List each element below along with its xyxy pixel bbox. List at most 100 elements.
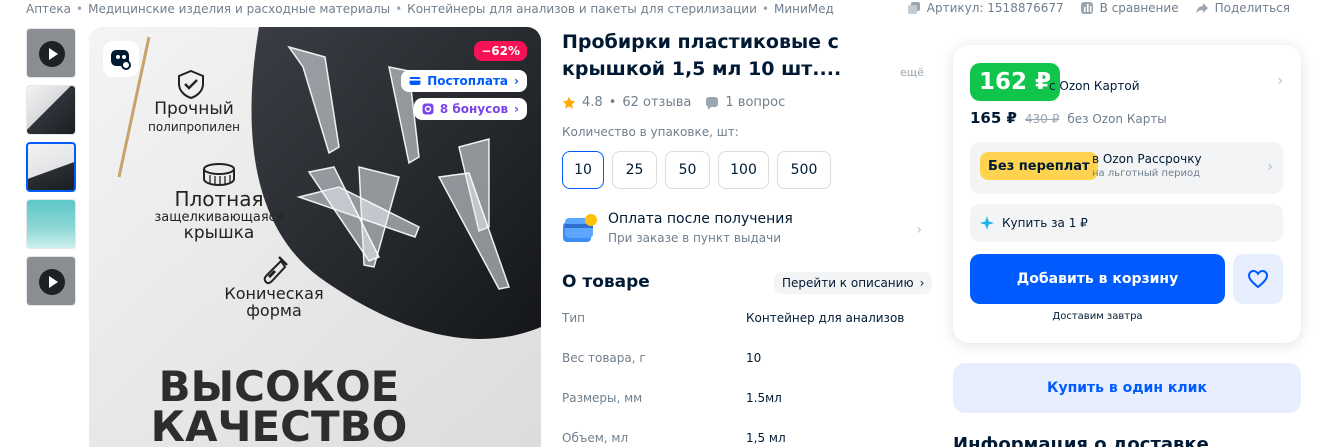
breadcrumb-separator: • bbox=[395, 2, 403, 16]
quantity-option[interactable]: 25 bbox=[612, 151, 657, 189]
thumbnail-video[interactable] bbox=[26, 256, 76, 306]
quantity-option-selected[interactable]: 10 bbox=[562, 151, 604, 189]
feature-text: Прочный bbox=[154, 99, 234, 119]
quantity-option[interactable]: 500 bbox=[777, 151, 831, 189]
star-icon bbox=[562, 96, 576, 109]
chevron-right-icon: › bbox=[919, 276, 925, 290]
sparkle-icon bbox=[980, 216, 994, 230]
postpay-subtitle: При заказе в пункт выдачи bbox=[608, 231, 781, 245]
chevron-right-icon: › bbox=[1267, 159, 1273, 175]
chevron-right-icon: › bbox=[916, 222, 922, 238]
bonus-icon bbox=[422, 103, 434, 115]
old-price: 430 ₽ bbox=[1024, 112, 1060, 126]
wallet-icon bbox=[563, 214, 597, 242]
spec-value: Контейнер для анализов bbox=[746, 311, 905, 325]
rating-value: 4.8 bbox=[582, 95, 603, 110]
breadcrumb-item[interactable]: Аптека bbox=[26, 2, 71, 16]
bonus-badge[interactable]: 8 бонусов › bbox=[413, 98, 527, 120]
questions-link[interactable]: 1 вопрос bbox=[725, 95, 785, 110]
product-title: Пробирки пластиковые с крышкой 1,5 мл 10… bbox=[562, 31, 842, 80]
quantity-option[interactable]: 50 bbox=[665, 151, 710, 189]
spec-row: Тип Контейнер для анализов bbox=[562, 309, 922, 349]
breadcrumb-item[interactable]: Контейнеры для анализов и пакеты для сте… bbox=[407, 2, 757, 16]
test-tube-icon bbox=[263, 256, 288, 285]
article-label: Артикул: 1518876677 bbox=[926, 1, 1064, 15]
breadcrumb-separator: • bbox=[76, 2, 84, 16]
postpay-title: Оплата после получения bbox=[608, 211, 793, 227]
play-icon bbox=[39, 41, 65, 67]
rating-row: 4.8 • 62 отзыва 1 вопрос bbox=[562, 95, 785, 110]
specs-table: Тип Контейнер для анализов Вес товара, г 1… bbox=[562, 309, 922, 447]
postpay-info[interactable]: Оплата после получения При заказе в пунк… bbox=[562, 210, 922, 250]
article-number[interactable]: Артикул: 1518876677 bbox=[907, 1, 1064, 15]
chevron-right-icon[interactable]: › bbox=[1277, 73, 1283, 89]
compare-icon bbox=[1080, 2, 1093, 14]
banner-text: КАЧЕСТВО bbox=[150, 402, 408, 447]
quantity-option[interactable]: 100 bbox=[718, 151, 769, 189]
share-label: Поделиться bbox=[1214, 1, 1290, 15]
play-icon bbox=[39, 269, 65, 295]
spec-key: Объем, мл bbox=[562, 431, 629, 445]
thumbnail-video[interactable] bbox=[26, 28, 76, 78]
spec-value: 10 bbox=[746, 351, 762, 365]
feature-text: крышка bbox=[183, 223, 255, 243]
thumbnail-image[interactable] bbox=[26, 199, 76, 249]
spec-row: Размеры, мм 1.5мл bbox=[562, 389, 922, 429]
ozon-card-price-label: с Ozon Картой bbox=[1049, 79, 1140, 93]
chevron-right-icon: › bbox=[514, 102, 519, 116]
thumbnail-list bbox=[26, 28, 78, 313]
quantity-label: Количество в упаковке, шт: bbox=[562, 125, 739, 139]
title-more-link[interactable]: ещё bbox=[900, 66, 924, 79]
breadcrumb-item[interactable]: Медицинские изделия и расходные материал… bbox=[88, 2, 390, 16]
thumbnail-image-selected[interactable] bbox=[26, 142, 76, 192]
heart-icon bbox=[1247, 269, 1269, 289]
copy-icon bbox=[907, 2, 920, 14]
discount-badge: −62% bbox=[474, 41, 527, 61]
breadcrumb-item[interactable]: МиниМед bbox=[774, 2, 834, 16]
bonus-label: 8 бонусов bbox=[439, 102, 509, 116]
thumbnail-image[interactable] bbox=[26, 85, 76, 135]
go-to-description-button[interactable]: Перейти к описанию › bbox=[774, 272, 933, 294]
cap-icon bbox=[203, 163, 235, 187]
installment-block[interactable]: Без переплат в Ozon Рассрочку на льготны… bbox=[970, 142, 1283, 194]
card-icon bbox=[409, 77, 421, 85]
postpay-badge[interactable]: Постоплата › bbox=[401, 70, 527, 92]
price-card: 162 ₽ с Ozon Картой › 165 ₽ 430 ₽ без Oz… bbox=[953, 45, 1301, 343]
spec-key: Тип bbox=[562, 311, 585, 325]
compare-label: В сравнение bbox=[1099, 1, 1179, 15]
shield-check-icon bbox=[178, 69, 204, 99]
chevron-right-icon: › bbox=[514, 74, 519, 88]
buy-one-click-button[interactable]: Купить в один клик bbox=[953, 363, 1301, 413]
regular-price: 165 ₽ bbox=[970, 109, 1017, 127]
product-actions: Артикул: 1518876677 В сравнение Поделить… bbox=[907, 0, 1290, 16]
share-icon bbox=[1195, 3, 1208, 13]
installment-subtitle: на льготный период bbox=[1092, 168, 1201, 179]
spec-key: Вес товара, г bbox=[562, 351, 646, 365]
add-to-cart-button[interactable]: Добавить в корзину bbox=[970, 254, 1225, 304]
quantity-options: 10 25 50 100 500 bbox=[562, 151, 831, 189]
delivery-info-heading: Информация о доставке bbox=[953, 434, 1209, 447]
regular-price-label: без Ozon Карты bbox=[1067, 112, 1167, 126]
image-search-button[interactable] bbox=[103, 41, 139, 77]
postpay-label: Постоплата bbox=[427, 74, 509, 88]
compare-button[interactable]: В сравнение bbox=[1080, 1, 1179, 15]
buy-for-one-ruble-label: Купить за 1 ₽ bbox=[1002, 216, 1088, 230]
spec-key: Размеры, мм bbox=[562, 391, 643, 405]
spec-row: Вес товара, г 10 bbox=[562, 349, 922, 389]
feature-text: полипропилен bbox=[147, 120, 240, 134]
main-product-image[interactable]: −62% Постоплата › 8 бонусов › Прочный по… bbox=[89, 27, 541, 447]
breadcrumb-separator: • bbox=[761, 2, 769, 16]
favorite-button[interactable] bbox=[1233, 254, 1283, 304]
regular-price-row: 165 ₽ 430 ₽ без Ozon Карты bbox=[970, 109, 1167, 127]
installment-title: в Ozon Рассрочку bbox=[1092, 152, 1202, 166]
go-to-description-label: Перейти к описанию bbox=[782, 276, 914, 290]
reviews-link[interactable]: 62 отзыва bbox=[622, 95, 691, 110]
feature-text: Плотная bbox=[174, 187, 264, 211]
share-button[interactable]: Поделиться bbox=[1195, 1, 1290, 15]
about-heading: О товаре bbox=[562, 272, 650, 292]
question-icon bbox=[706, 96, 719, 110]
breadcrumb: Аптека • Медицинские изделия и расходные… bbox=[26, 1, 834, 17]
spec-value: 1,5 мл bbox=[746, 431, 786, 445]
buy-for-one-ruble[interactable]: Купить за 1 ₽ bbox=[970, 204, 1283, 242]
installment-badge: Без переплат bbox=[980, 152, 1098, 180]
